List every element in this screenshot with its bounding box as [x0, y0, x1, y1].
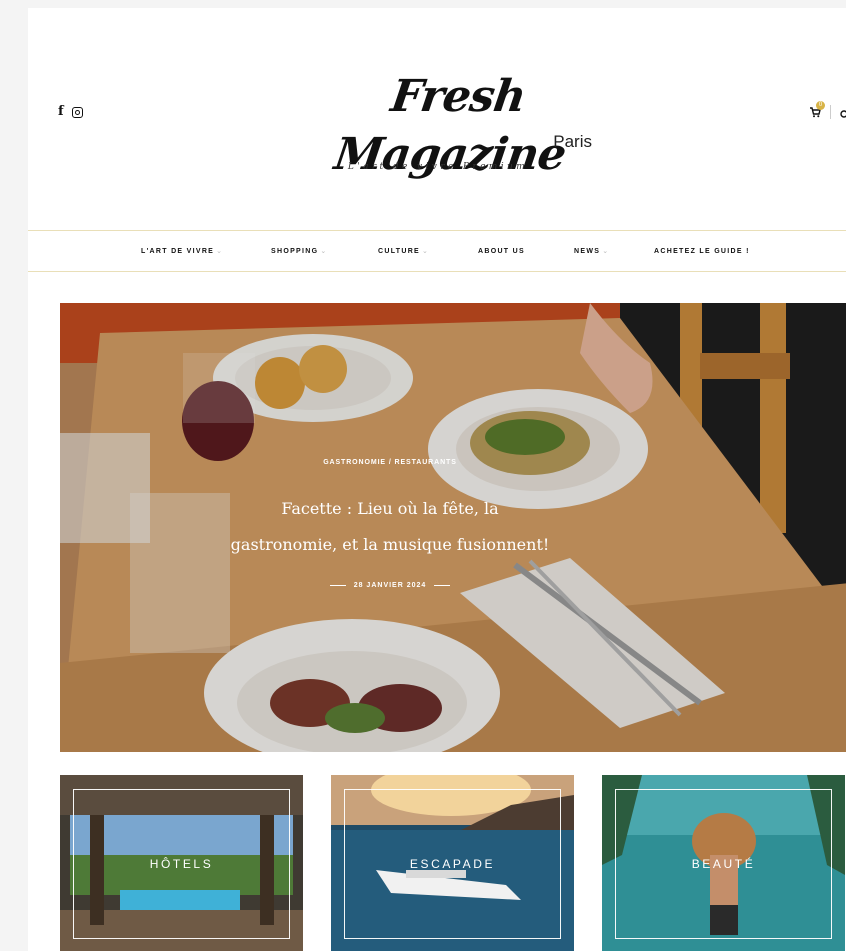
- nav-item-achetez-le-guide[interactable]: ACHETEZ LE GUIDE !: [654, 231, 750, 271]
- card-label: BEAUTÉ: [691, 857, 756, 871]
- nav-item-shopping[interactable]: SHOPPING ⌄: [271, 231, 328, 271]
- chevron-down-icon: ⌄: [320, 248, 328, 255]
- post-title[interactable]: Facette : Lieu où la fête, la gastronomi…: [230, 491, 550, 563]
- cart-count-badge: 0: [816, 101, 825, 110]
- divider: [329, 584, 346, 586]
- logo-sub-text: Paris: [553, 132, 592, 151]
- post-date-row: 28 JANVIER 2024: [60, 582, 720, 589]
- post-categories[interactable]: GASTRONOMIE / RESTAURANTS: [60, 459, 720, 466]
- nav-item-art-de-vivre[interactable]: L'ART DE VIVRE ⌄: [141, 231, 223, 271]
- chevron-down-icon: ⌄: [216, 248, 224, 255]
- card-label: ESCAPADE: [409, 857, 496, 871]
- nav-item-about-us[interactable]: ABOUT US: [478, 231, 525, 271]
- cart-icon[interactable]: 0: [809, 101, 825, 118]
- post-date: 28 JANVIER 2024: [353, 582, 427, 589]
- nav-label: CULTURE: [378, 248, 421, 255]
- chevron-down-icon: ⌄: [422, 248, 430, 255]
- chevron-down-icon: ⌄: [602, 248, 610, 255]
- instagram-icon[interactable]: [71, 107, 83, 118]
- search-icon[interactable]: [840, 107, 846, 118]
- page: f Fresh Magazine Paris L'art de vivre Pr…: [28, 8, 846, 951]
- hero-featured-post[interactable]: GASTRONOMIE / RESTAURANTS Facette : Lieu…: [60, 303, 846, 752]
- nav-item-news[interactable]: NEWS ⌄: [574, 231, 609, 271]
- nav-label: NEWS: [574, 248, 601, 255]
- header-actions: 0: [809, 101, 846, 119]
- main-nav: L'ART DE VIVRE ⌄ SHOPPING ⌄ CULTURE ⌄ ABOUT…: [28, 230, 846, 272]
- nav-label: L'ART DE VIVRE: [141, 248, 215, 255]
- facebook-icon[interactable]: f: [58, 105, 64, 118]
- divider: [434, 584, 451, 586]
- nav-label: SHOPPING: [271, 248, 319, 255]
- card-label: HÔTELS: [149, 857, 214, 871]
- category-card-hotels[interactable]: HÔTELS: [60, 775, 303, 951]
- nav-label: ABOUT US: [478, 248, 525, 255]
- nav-item-culture[interactable]: CULTURE ⌄: [378, 231, 429, 271]
- social-links: f: [58, 105, 83, 118]
- nav-label: ACHETEZ LE GUIDE !: [654, 248, 750, 255]
- divider: [830, 105, 831, 119]
- category-card-escapade[interactable]: ESCAPADE: [331, 775, 574, 951]
- category-card-beaute[interactable]: BEAUTÉ: [602, 775, 845, 951]
- tagline: L'art de vivre Premium: [347, 162, 529, 172]
- site-logo[interactable]: Fresh Magazine Paris: [304, 68, 604, 180]
